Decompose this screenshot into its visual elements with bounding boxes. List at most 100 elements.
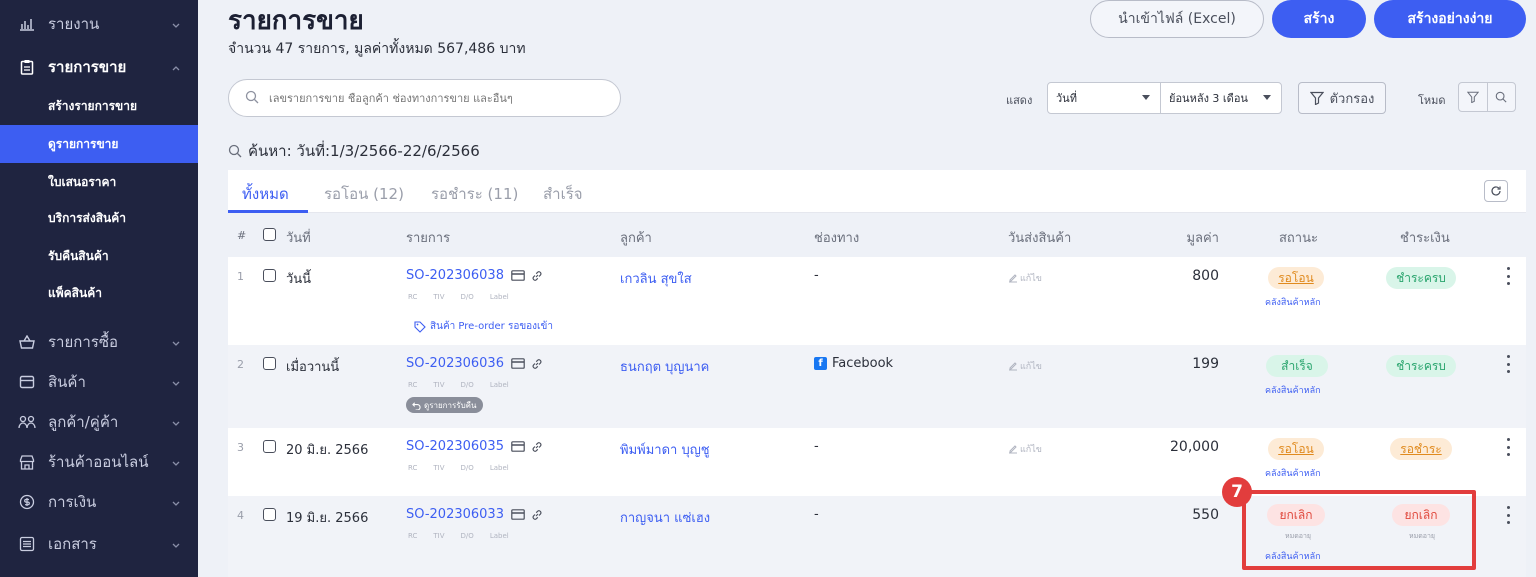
order-number: SO-202306033 [406, 507, 504, 522]
order-value: 800 [1192, 268, 1219, 284]
row-checkbox[interactable] [263, 357, 276, 370]
more-options-button[interactable] [1504, 355, 1512, 373]
order-number: SO-202306035 [406, 439, 504, 454]
row-checkbox[interactable] [263, 508, 276, 521]
tag-do[interactable]: D/O [461, 293, 474, 301]
card-icon[interactable] [511, 270, 525, 281]
tag-rc[interactable]: RC [408, 464, 417, 472]
preorder-note[interactable]: สินค้า Pre-order รอของเข้า [414, 319, 553, 334]
search-mode-icon[interactable] [1486, 83, 1516, 111]
caret-down-icon [1263, 95, 1271, 100]
tag-tiv[interactable]: TIV [433, 464, 444, 472]
tag-tiv[interactable]: TIV [433, 293, 444, 301]
sidebar-item-documents[interactable]: เอกสาร [0, 524, 198, 564]
tab-awaiting-transfer[interactable]: รอโอน (12) [324, 182, 404, 206]
tag-label[interactable]: Label [490, 464, 509, 472]
tag-do[interactable]: D/O [461, 381, 474, 389]
card-icon[interactable] [511, 358, 525, 369]
bar-chart-icon [18, 15, 36, 33]
warehouse-link[interactable]: คลังสินค้าหลัก [1265, 383, 1321, 397]
sidebar-subitem-packing[interactable]: แพ็คสินค้า [0, 274, 198, 312]
chevron-down-icon [170, 537, 182, 549]
create-simple-button[interactable]: สร้างอย่างง่าย [1374, 0, 1526, 38]
search-input[interactable] [269, 91, 609, 105]
row-checkbox[interactable] [263, 440, 276, 453]
sidebar-subitem-view-sales[interactable]: ดูรายการขาย [0, 125, 198, 163]
tag-label[interactable]: Label [490, 293, 509, 301]
customer-link[interactable]: ธนกฤต บุญนาค [620, 356, 709, 377]
tag-do[interactable]: D/O [461, 532, 474, 540]
tag-tiv[interactable]: TIV [433, 532, 444, 540]
sidebar-item-online-store[interactable]: ร้านค้าออนไลน์ [0, 442, 198, 482]
more-options-button[interactable] [1504, 267, 1512, 285]
more-options-button[interactable] [1504, 506, 1512, 524]
status-badge[interactable]: รอโอน [1268, 267, 1324, 289]
warehouse-link[interactable]: คลังสินค้าหลัก [1265, 466, 1321, 480]
tag-rc[interactable]: RC [408, 532, 417, 540]
card-icon[interactable] [511, 509, 525, 520]
view-returns-badge[interactable]: ดูรายการรับคืน [406, 397, 483, 413]
tag-icon [414, 320, 426, 333]
date-field-select[interactable]: วันที่ [1047, 82, 1161, 114]
edit-icon [1009, 445, 1017, 454]
tag-rc[interactable]: RC [408, 381, 417, 389]
page-title: รายการขาย [228, 6, 364, 36]
filter-button[interactable]: ตัวกรอง [1298, 82, 1386, 114]
sidebar-subitem-create-sale[interactable]: สร้างรายการขาย [0, 87, 198, 125]
import-excel-button[interactable]: นำเข้าไฟล์ (Excel) [1090, 0, 1264, 38]
store-icon [18, 453, 36, 471]
link-icon[interactable] [531, 358, 543, 370]
select-all-checkbox[interactable] [263, 228, 276, 241]
order-link[interactable]: SO-202306035 [406, 439, 543, 454]
order-value: 20,000 [1170, 439, 1219, 455]
more-options-button[interactable] [1504, 438, 1512, 456]
refresh-button[interactable] [1484, 180, 1508, 202]
order-number: SO-202306036 [406, 356, 504, 371]
sidebar-subitem-quotation[interactable]: ใบเสนอราคา [0, 163, 198, 201]
sidebar-subitem-returns[interactable]: รับคืนสินค้า [0, 237, 198, 275]
order-link[interactable]: SO-202306038 [406, 268, 543, 283]
search-query-text: ค้นหา: วันที่:1/3/2566-22/6/2566 [248, 142, 480, 160]
row-checkbox[interactable] [263, 269, 276, 282]
create-button[interactable]: สร้าง [1272, 0, 1366, 38]
channel-name: Facebook [832, 356, 894, 371]
customer-link[interactable]: พิมพ์มาดา บุญชู [620, 439, 710, 460]
link-icon[interactable] [531, 509, 543, 521]
customer-link[interactable]: กาญจนา แซ่เฮง [620, 507, 710, 528]
tag-label[interactable]: Label [490, 381, 509, 389]
ship-date-edit[interactable]: แก้ไข [1008, 442, 1042, 456]
tab-completed[interactable]: สำเร็จ [543, 182, 583, 206]
sidebar-item-purchases[interactable]: รายการซื้อ [0, 322, 198, 362]
tag-rc[interactable]: RC [408, 293, 417, 301]
col-num: # [237, 229, 247, 242]
ship-date-edit[interactable]: แก้ไข [1008, 271, 1042, 285]
tag-tiv[interactable]: TIV [433, 381, 444, 389]
tab-awaiting-payment[interactable]: รอชำระ (11) [431, 182, 518, 206]
link-icon[interactable] [531, 270, 543, 282]
order-link[interactable]: SO-202306036 [406, 356, 543, 371]
funnel-mode-icon[interactable] [1459, 83, 1487, 111]
sidebar-item-sales[interactable]: รายการขาย [0, 47, 198, 87]
ship-date-edit[interactable]: แก้ไข [1008, 359, 1042, 373]
channel: - [814, 507, 819, 522]
order-link[interactable]: SO-202306033 [406, 507, 543, 522]
tab-all[interactable]: ทั้งหมด [242, 182, 289, 206]
payment-badge[interactable]: รอชำระ [1390, 438, 1452, 460]
link-icon[interactable] [531, 441, 543, 453]
sidebar-subitem-shipping[interactable]: บริการส่งสินค้า [0, 199, 198, 237]
warehouse-link[interactable]: คลังสินค้าหลัก [1265, 295, 1321, 309]
sidebar-item-products[interactable]: สินค้า [0, 362, 198, 402]
date-range-select[interactable]: ย้อนหลัง 3 เดือน [1160, 82, 1282, 114]
date-field-value: วันที่ [1056, 92, 1077, 105]
card-icon[interactable] [511, 441, 525, 452]
tag-do[interactable]: D/O [461, 464, 474, 472]
customer-link[interactable]: เกวลิน สุขใส [620, 268, 692, 289]
table-row: 2 เมื่อวานนี้ SO-202306036 RC TIV D/O La… [228, 345, 1526, 428]
sidebar-item-customers[interactable]: ลูกค้า/คู่ค้า [0, 402, 198, 442]
sidebar-item-finance[interactable]: การเงิน [0, 482, 198, 522]
tag-label[interactable]: Label [490, 532, 509, 540]
sidebar-item-reports[interactable]: รายงาน [0, 4, 198, 44]
status-badge[interactable]: รอโอน [1268, 438, 1324, 460]
chevron-down-icon [170, 17, 182, 29]
page-summary: จำนวน 47 รายการ, มูลค่าทั้งหมด 567,486 บ… [228, 41, 526, 57]
